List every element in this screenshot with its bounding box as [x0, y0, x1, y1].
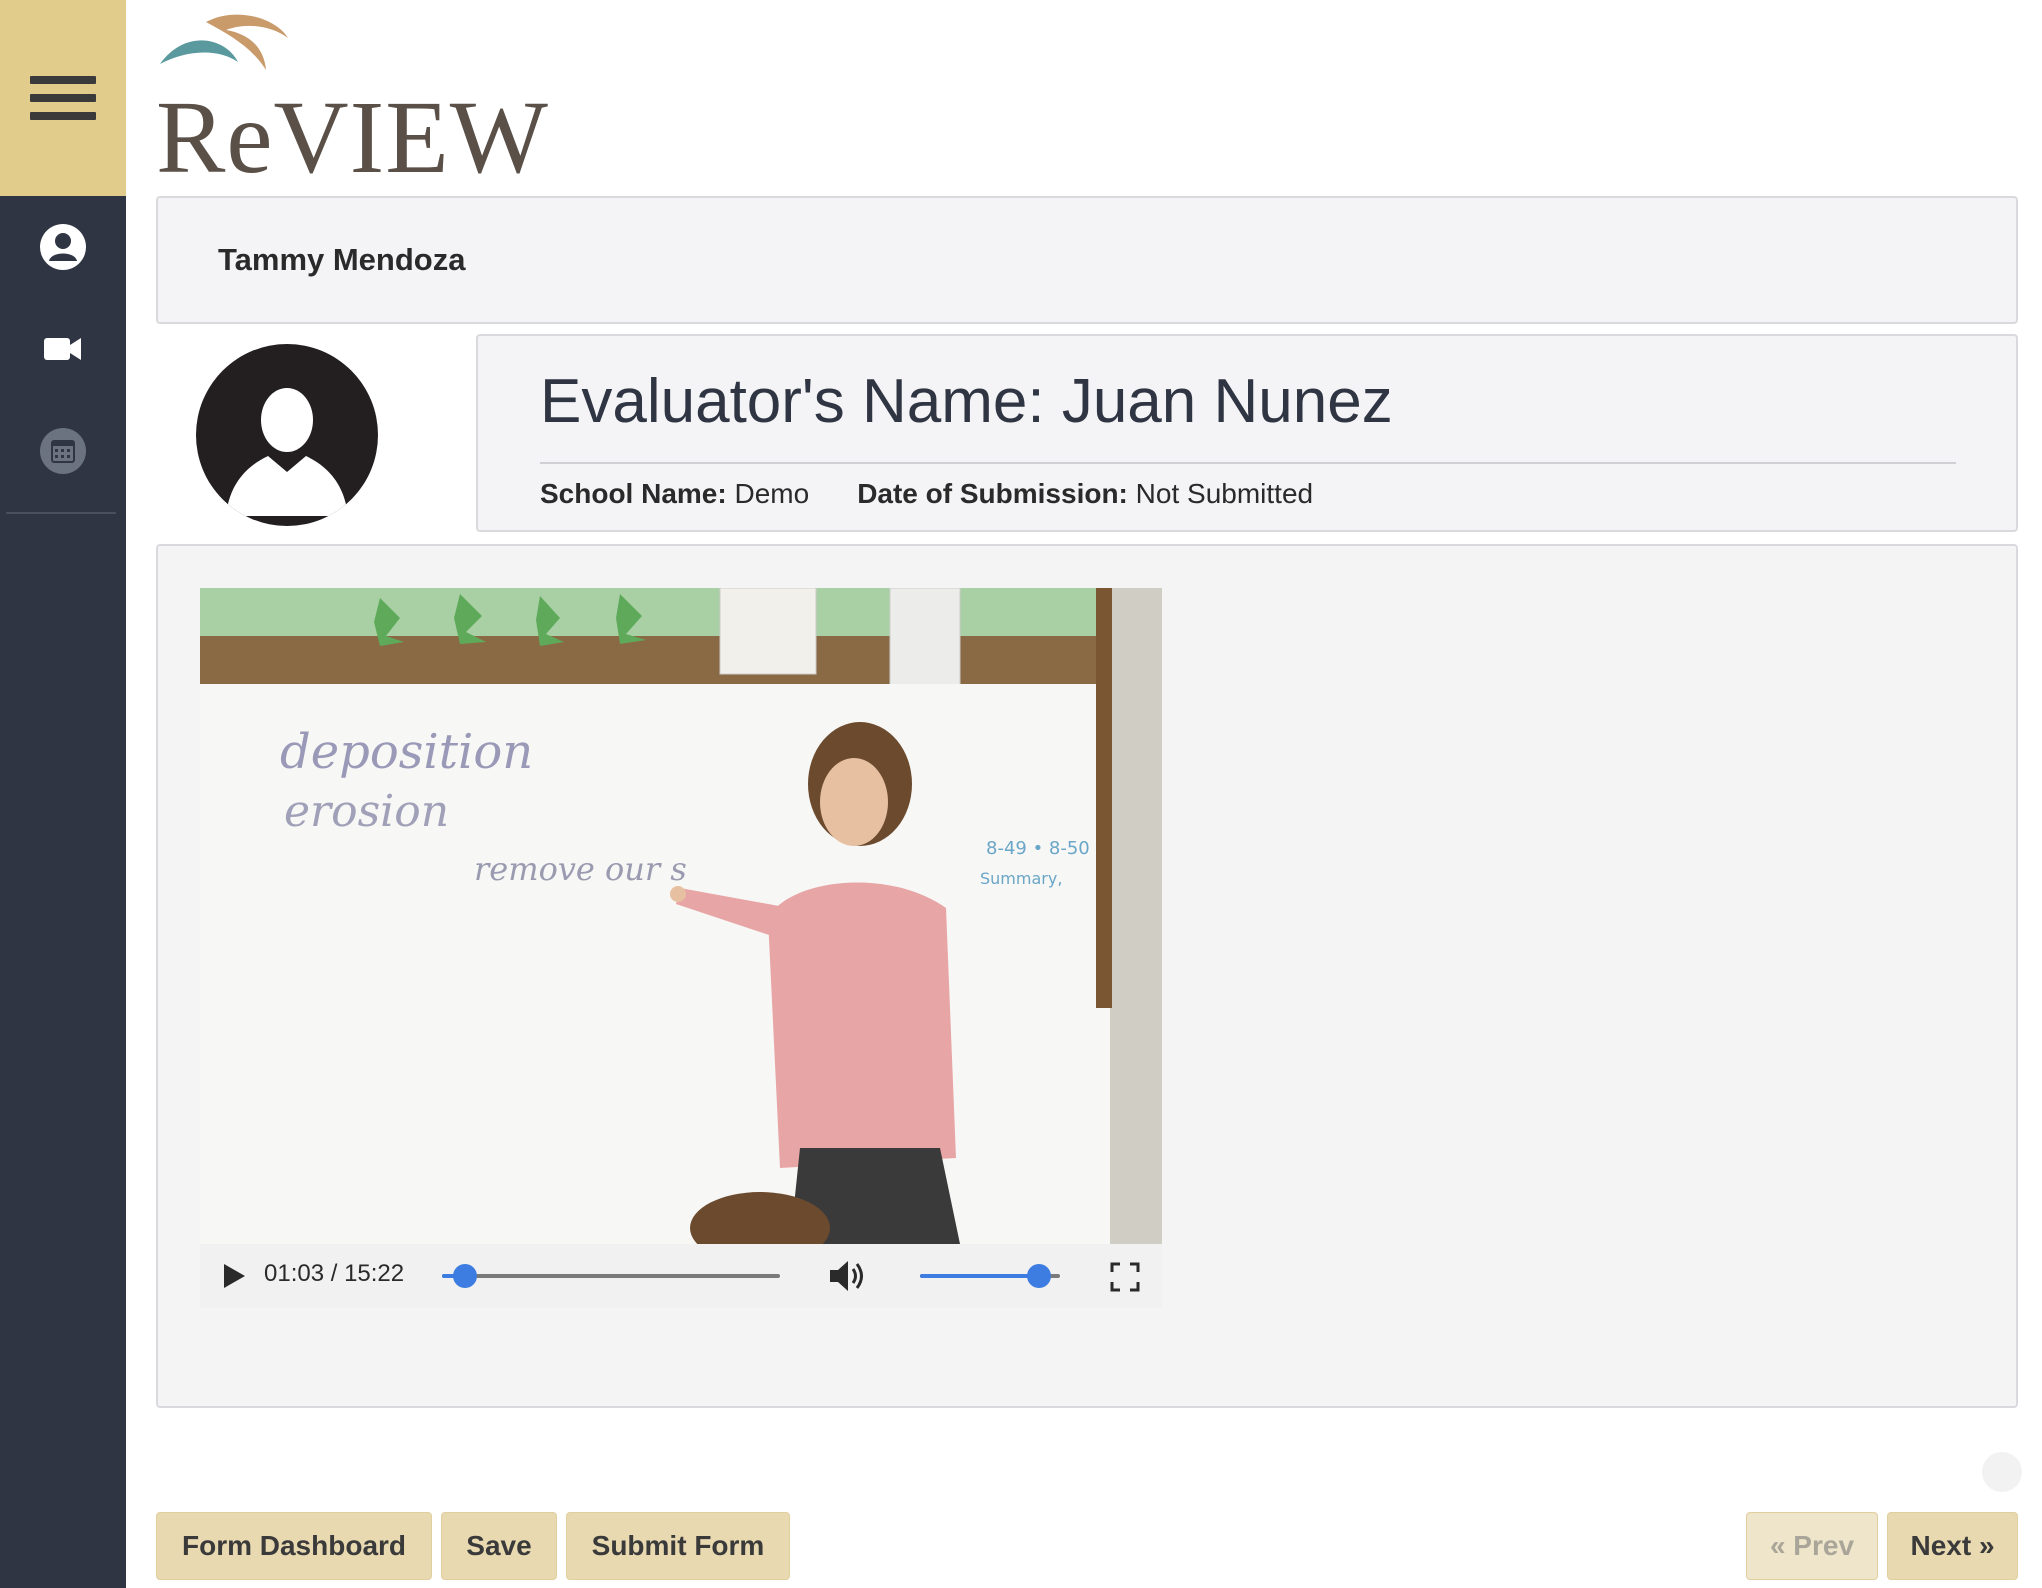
svg-text:deposition: deposition: [280, 724, 533, 780]
video-camera-icon: [44, 338, 81, 360]
evaluator-name-heading: Evaluator's Name: Juan Nunez: [540, 367, 1393, 436]
volume-icon[interactable]: [828, 1258, 868, 1294]
video-panel: deposition erosion remove our s 8-49 • 8…: [156, 544, 2018, 1408]
sidebar-item-calendar[interactable]: [0, 400, 126, 502]
divider: [540, 462, 1956, 464]
svg-text:remove our s: remove our s: [474, 850, 687, 888]
video-time: 01:03 / 15:22: [264, 1260, 405, 1287]
submission-date-value: Not Submitted: [1135, 478, 1314, 509]
calendar-icon: [40, 428, 86, 474]
svg-text:erosion: erosion: [284, 786, 449, 837]
user-silhouette-icon: [226, 388, 348, 516]
menu-toggle-button[interactable]: [0, 0, 126, 196]
submit-form-button[interactable]: Submit Form: [566, 1512, 790, 1580]
hamburger-icon: [30, 76, 96, 120]
sidebar-divider: [6, 512, 116, 514]
school-name-label: School Name:: [540, 478, 727, 509]
submission-date-label: Date of Submission:: [857, 478, 1128, 509]
scroll-indicator: [1982, 1452, 2022, 1492]
prev-button[interactable]: « Prev: [1746, 1512, 1878, 1580]
school-name-value: Demo: [734, 478, 810, 509]
sidebar-item-videos[interactable]: [0, 298, 126, 400]
play-icon[interactable]: [218, 1261, 248, 1291]
next-button[interactable]: Next »: [1887, 1512, 2018, 1580]
seek-handle[interactable]: [453, 1264, 478, 1288]
video-controls: 01:03 / 15:22: [200, 1244, 1162, 1308]
form-dashboard-button[interactable]: Form Dashboard: [156, 1512, 432, 1580]
school-name: School Name: Demo: [540, 478, 809, 510]
avatar: [196, 344, 378, 526]
classroom-video-frame: deposition erosion remove our s 8-49 • 8…: [200, 588, 1162, 1244]
fullscreen-icon[interactable]: [1110, 1262, 1140, 1292]
svg-text:Summary,: Summary,: [980, 869, 1062, 888]
save-button[interactable]: Save: [441, 1512, 557, 1580]
svg-text:8-49 • 8-50: 8-49 • 8-50: [986, 838, 1090, 859]
logo-text: ReVIEW: [156, 80, 549, 195]
sidebar-item-profile[interactable]: [0, 196, 126, 298]
volume-slider[interactable]: [920, 1264, 1060, 1288]
teacher-panel: Tammy Mendoza: [156, 196, 2018, 324]
seek-slider[interactable]: [442, 1264, 780, 1288]
submission-date: Date of Submission: Not Submitted: [857, 478, 1313, 510]
volume-fill: [920, 1274, 1039, 1278]
sidebar: [0, 0, 126, 1588]
volume-handle[interactable]: [1027, 1264, 1051, 1288]
user-circle-icon: [40, 224, 86, 270]
video-player[interactable]: deposition erosion remove our s 8-49 • 8…: [200, 588, 1162, 1244]
teacher-name: Tammy Mendoza: [218, 242, 466, 277]
evaluator-panel: Evaluator's Name: Juan Nunez School Name…: [476, 334, 2018, 532]
